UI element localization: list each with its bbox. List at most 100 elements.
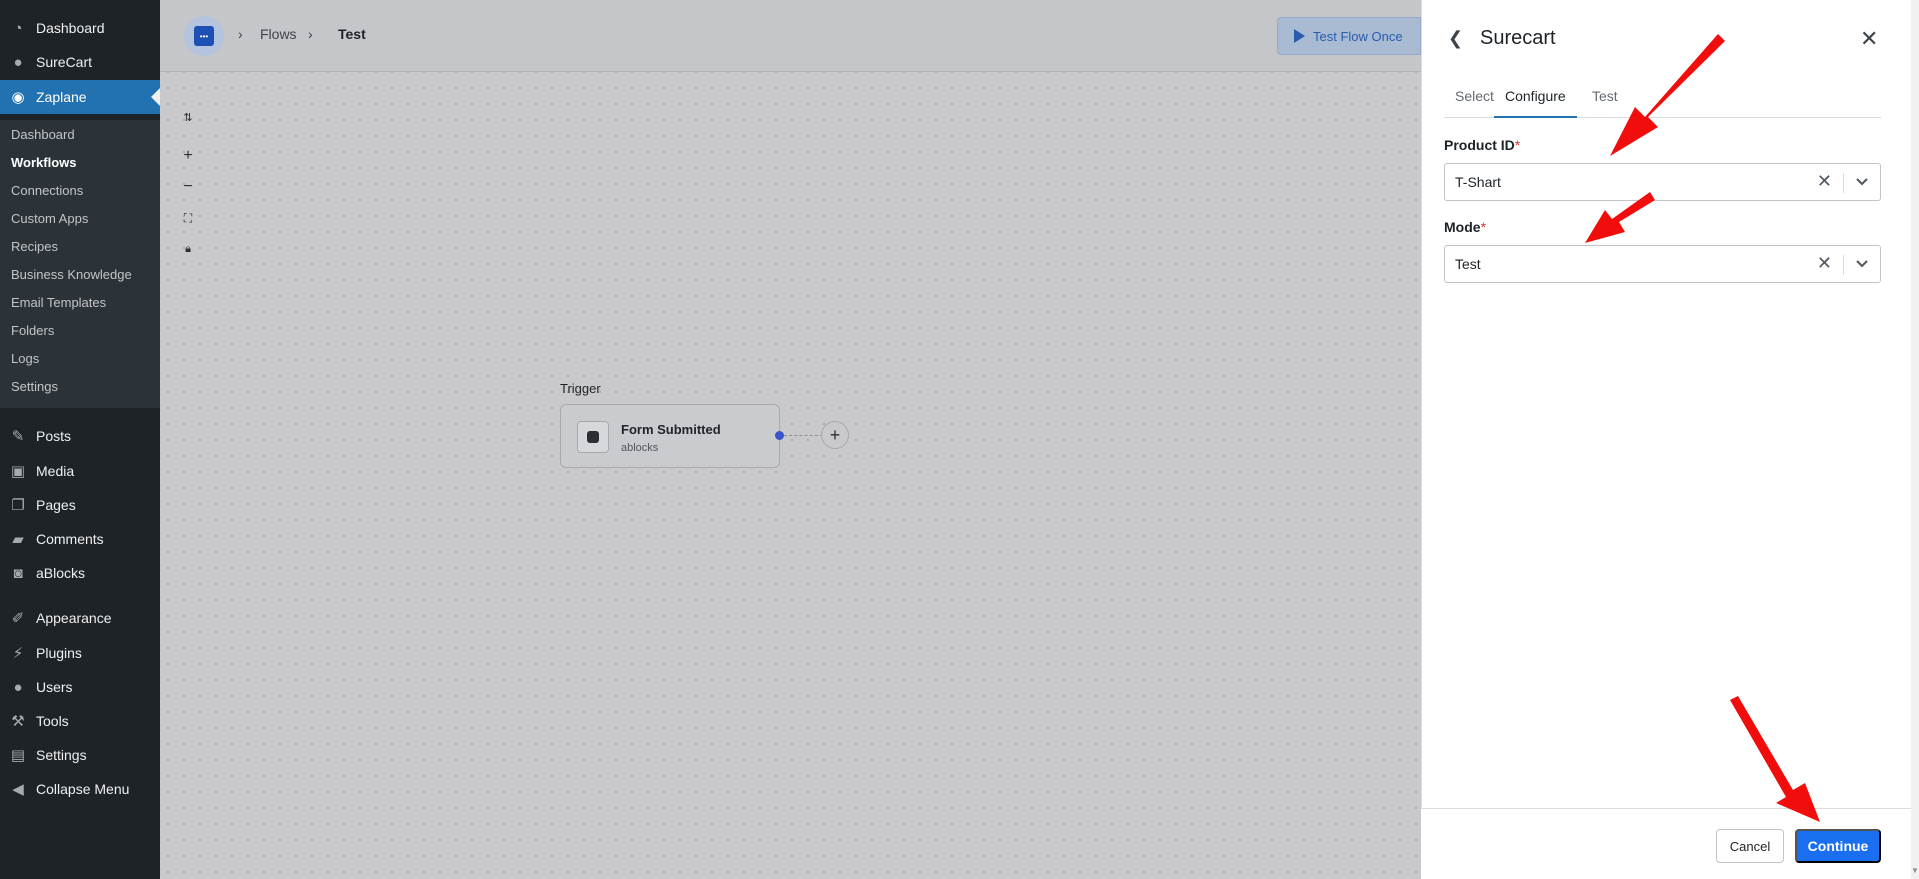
scroll-down-icon[interactable]: ▼ [1911,866,1919,876]
node-output-handle[interactable] [775,431,784,440]
product-id-value: T-Shart [1455,174,1501,190]
collapse-icon: ◀ [12,781,24,798]
mode-select[interactable]: Test ✕ [1444,245,1881,283]
required-mark: * [1514,137,1521,153]
trigger-node[interactable]: Form Submitted ablocks [560,404,780,468]
breadcrumb-current: Test [338,26,366,42]
sidebar-item-users[interactable]: ● Users [0,670,160,704]
required-mark: * [1480,219,1487,235]
sidebar-item-ablocks[interactable]: ◙ aBlocks [0,556,160,590]
flow-canvas[interactable] [160,0,1421,879]
admin-sidebar: ◔ Dashboard ● SureCart ◉ Zaplane Dashboa… [0,0,160,879]
submenu-item-email-templates[interactable]: Email Templates [11,293,106,313]
mode-label-text: Mode [1444,219,1481,235]
sidebar-item-label: Plugins [36,645,82,661]
sidebar-item-label: SureCart [36,54,93,70]
sidebar-item-label: Tools [36,713,69,729]
zoom-out-icon[interactable]: − [180,178,196,195]
media-icon: ▣ [10,463,26,480]
logo-mark-icon: ••• [194,26,214,46]
sidebar-item-media[interactable]: ▣ Media [0,454,160,488]
zaplane-icon: ◉ [11,89,25,106]
mode-value: Test [1455,256,1481,272]
product-id-label-text: Product ID [1444,137,1515,153]
configure-panel [1421,0,1919,879]
clear-icon[interactable]: ✕ [1817,253,1832,274]
sidebar-item-tools[interactable]: ⚒ Tools [0,704,160,738]
submenu-item-logs[interactable]: Logs [11,349,39,369]
breadcrumb-flows[interactable]: Flows [260,26,297,42]
product-id-select[interactable]: T-Shart ✕ [1444,163,1881,201]
fit-view-icon[interactable]: ⛶ [180,210,196,226]
wrench-icon: ⚒ [11,713,25,730]
sidebar-item-plugins[interactable]: ⚡ Plugins [0,636,160,670]
back-icon[interactable]: ❮ [1448,28,1463,49]
select-divider [1843,255,1844,275]
plug-icon: ⚡ [12,645,24,662]
submenu-item-dashboard[interactable]: Dashboard [11,125,75,145]
mode-label: Mode* [1444,219,1486,235]
add-step-button[interactable]: + [821,421,849,449]
breadcrumb-separator-icon: › [308,26,313,42]
sidebar-item-label: Posts [36,428,72,444]
sidebar-item-label: Comments [36,531,104,547]
sidebar-item-comments[interactable]: ▰ Comments [0,522,160,556]
ablocks-icon: ◙ [13,564,23,582]
sidebar-item-label: Zaplane [36,89,87,105]
node-subtitle: ablocks [621,442,659,454]
trigger-label: Trigger [560,381,601,396]
scrollbar[interactable] [1911,0,1919,879]
zoom-in-icon[interactable]: + [180,147,196,164]
select-divider [1843,173,1844,193]
comment-icon: ▰ [12,531,24,548]
submenu-item-folders[interactable]: Folders [11,321,54,341]
sidebar-item-settings[interactable]: ▤ Settings [0,738,160,772]
submenu-item-business-knowledge[interactable]: Business Knowledge [11,265,132,285]
lock-icon[interactable]: 🔒︎ [180,241,196,257]
test-flow-once-button[interactable]: Test Flow Once [1277,17,1421,55]
tab-configure[interactable]: Configure [1494,86,1577,118]
close-icon[interactable]: ✕ [1860,26,1878,52]
sidebar-item-label: Settings [36,747,87,763]
test-flow-label: Test Flow Once [1313,28,1403,44]
sidebar-item-label: aBlocks [36,565,86,581]
sidebar-item-label: Pages [36,497,76,513]
ablocks-icon [577,421,609,453]
sidebar-item-dashboard[interactable]: ◔ Dashboard [0,11,160,45]
sidebar-item-label: Media [36,463,75,479]
sidebar-item-pages[interactable]: ❐ Pages [0,488,160,522]
panel-title: Surecart [1480,27,1556,49]
sidebar-item-label: Appearance [36,610,112,626]
user-icon: ● [13,678,23,696]
chevron-down-icon[interactable] [1854,255,1870,271]
submenu-item-custom-apps[interactable]: Custom Apps [11,209,88,229]
pages-icon: ❐ [11,497,25,514]
panel-tabs: Select Configure Test [1444,86,1881,118]
continue-button[interactable]: Continue [1795,829,1881,863]
submenu-item-workflows[interactable]: Workflows [11,153,77,173]
submenu-item-recipes[interactable]: Recipes [11,237,58,257]
surecart-icon: ● [13,53,23,71]
sidebar-item-label: Collapse Menu [36,781,130,797]
settings-icon: ▤ [10,747,26,764]
collapse-menu-button[interactable]: ◀ Collapse Menu [0,772,160,806]
submenu-item-connections[interactable]: Connections [11,181,83,201]
play-icon [1294,29,1305,43]
tab-test[interactable]: Test [1581,86,1629,118]
clear-icon[interactable]: ✕ [1817,171,1832,192]
sidebar-item-label: Users [36,679,73,695]
app-logo[interactable]: ••• [184,16,224,56]
brush-icon: ✐ [11,610,25,627]
sidebar-item-surecart[interactable]: ● SureCart [0,45,160,79]
sidebar-item-posts[interactable]: ✎ Posts [0,419,160,453]
node-title: Form Submitted [621,422,721,437]
swap-layout-icon[interactable]: ⇅ [180,109,196,125]
cancel-button[interactable]: Cancel [1716,829,1784,863]
sidebar-item-appearance[interactable]: ✐ Appearance [0,601,160,635]
chevron-down-icon[interactable] [1854,173,1870,189]
sidebar-item-zaplane[interactable]: ◉ Zaplane [0,80,160,114]
pin-icon: ✎ [11,428,25,445]
dashboard-icon: ◔ [13,19,23,37]
breadcrumb-separator-icon: › [238,26,243,42]
submenu-item-settings[interactable]: Settings [11,377,58,397]
